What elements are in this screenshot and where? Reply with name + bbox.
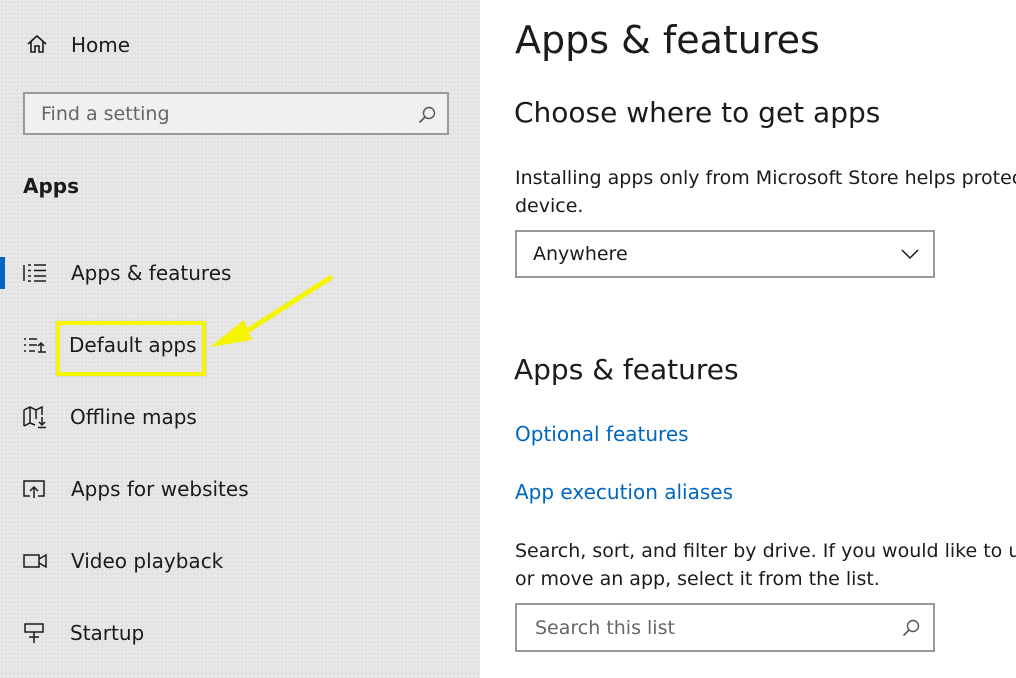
list-icon: [22, 261, 48, 285]
selected-indicator: [0, 257, 5, 289]
find-setting-input[interactable]: [39, 99, 403, 129]
sidebar: Home Apps Apps & features: [0, 0, 480, 678]
home-nav-item[interactable]: Home: [24, 28, 424, 62]
sidebar-item-label: Offline maps: [70, 405, 197, 429]
open-in-app-icon: [22, 477, 48, 501]
sidebar-item-label: Video playback: [71, 549, 224, 573]
features-heading: Apps & features: [514, 353, 739, 386]
search-icon[interactable]: [901, 618, 921, 638]
home-icon: [26, 33, 48, 55]
highlight-annotation-box: [56, 321, 206, 376]
search-list-input[interactable]: [533, 613, 877, 643]
optional-features-link[interactable]: Optional features: [515, 422, 689, 446]
arrow-annotation-icon: [200, 270, 340, 360]
app-execution-aliases-link[interactable]: App execution aliases: [515, 480, 733, 504]
install-description-line2: device.: [515, 195, 584, 217]
search-description-line1: Search, sort, and filter by drive. If yo…: [515, 540, 1016, 562]
sidebar-item-startup[interactable]: Startup: [0, 611, 480, 655]
home-label: Home: [71, 33, 131, 57]
dropdown-value: Anywhere: [533, 243, 628, 265]
sidebar-item-offline-maps[interactable]: Offline maps: [0, 395, 480, 439]
sidebar-item-label: Startup: [70, 621, 145, 645]
main-content: Apps & features Choose where to get apps…: [480, 0, 1016, 678]
page-title: Apps & features: [515, 18, 820, 62]
map-download-icon: [22, 405, 48, 429]
default-apps-icon: [22, 333, 48, 357]
app-source-dropdown[interactable]: Anywhere: [515, 230, 935, 278]
sidebar-item-apps-for-websites[interactable]: Apps for websites: [0, 467, 480, 511]
startup-icon: [22, 621, 48, 645]
sidebar-item-video-playback[interactable]: Video playback: [0, 539, 480, 583]
choose-heading: Choose where to get apps: [514, 96, 881, 129]
find-setting-search-box: [23, 92, 449, 135]
section-title-apps: Apps: [23, 174, 80, 198]
search-list-box: [515, 603, 935, 652]
chevron-down-icon: [901, 248, 919, 260]
install-description-line1: Installing apps only from Microsoft Stor…: [515, 167, 1016, 189]
search-description-line2: or move an app, select it from the list.: [515, 568, 880, 590]
sidebar-item-label: Apps for websites: [71, 477, 249, 501]
video-camera-icon: [22, 549, 48, 573]
search-icon[interactable]: [417, 105, 437, 125]
